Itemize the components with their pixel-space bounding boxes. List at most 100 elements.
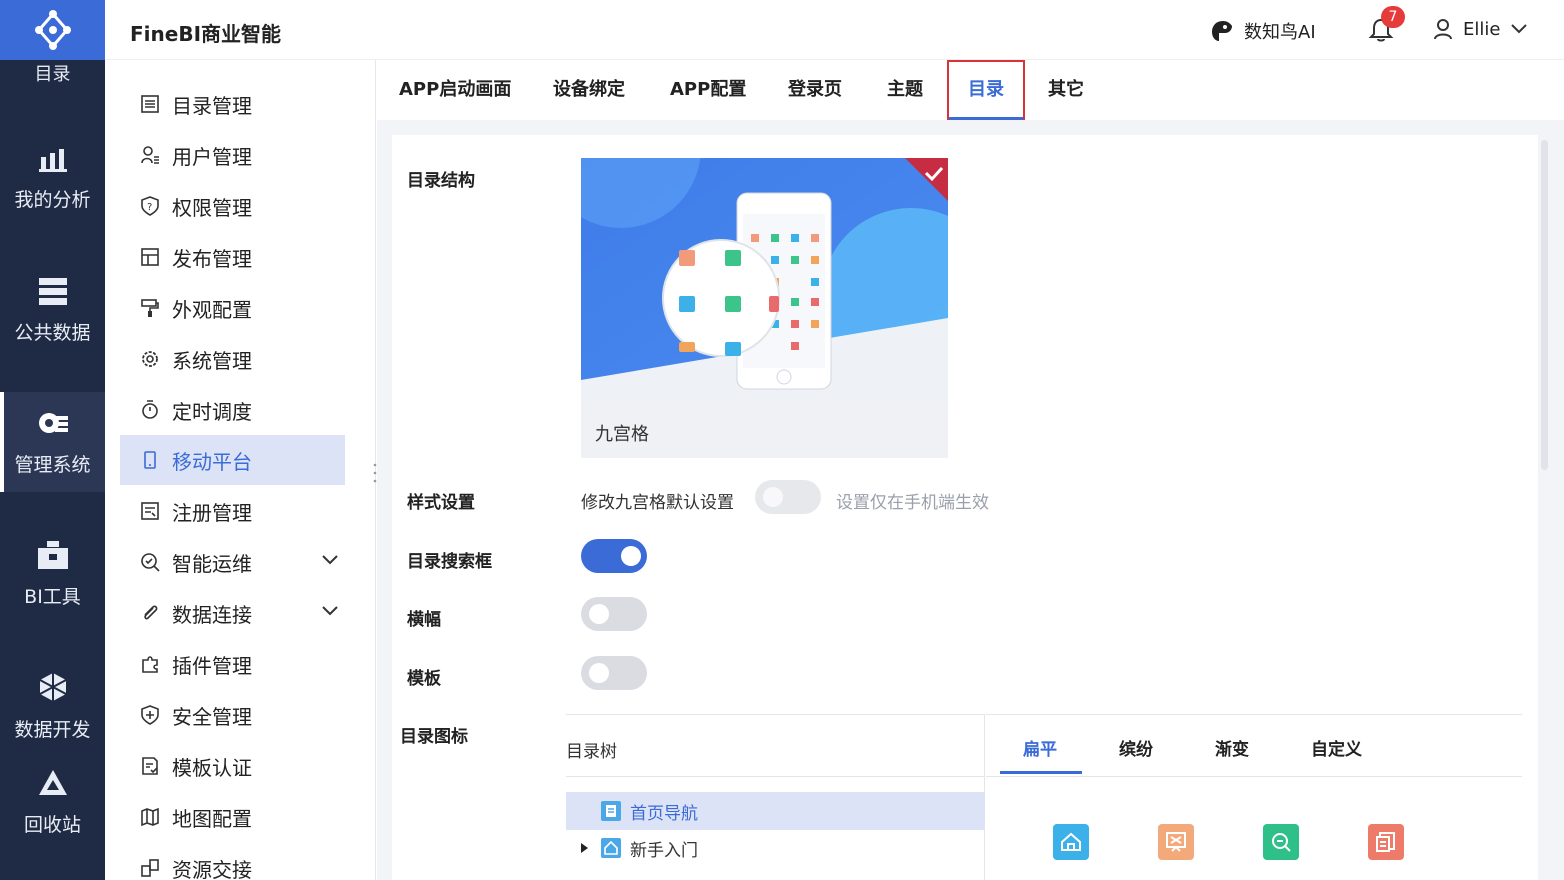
rail-item-label: 数据开发	[14, 718, 91, 741]
sidebar-item-plugins[interactable]: 插件管理	[120, 639, 345, 689]
tab-theme[interactable]: 主题	[887, 60, 923, 120]
user-icon	[1434, 19, 1452, 40]
sidebar-item-publish[interactable]: 发布管理	[120, 232, 345, 282]
tree-node-home[interactable]: 首页导航	[566, 792, 985, 830]
scrollbar[interactable]	[1541, 140, 1548, 470]
template-label: 模板	[407, 669, 441, 689]
rail-item-data-dev[interactable]: 数据开发	[0, 656, 105, 756]
chevron-down-icon[interactable]	[321, 605, 339, 617]
ai-assistant-button[interactable]: 数知鸟AI	[1210, 18, 1316, 44]
rail-item-label: 我的分析	[14, 188, 91, 211]
gear-icon	[142, 351, 158, 367]
user-menu[interactable]: Ellie	[1433, 18, 1528, 40]
sidebar-item-registration[interactable]: 注册管理	[120, 486, 345, 536]
rail-item-recycle[interactable]: 回收站	[0, 752, 105, 852]
rail-item-public-data[interactable]: 公共数据	[0, 260, 105, 360]
document-icon	[1376, 832, 1395, 852]
brand-title: FineBI商业智能	[130, 22, 282, 46]
sidebar-item-users[interactable]: 用户管理	[120, 130, 345, 180]
tab-colorful[interactable]: 缤纷	[1119, 735, 1153, 760]
sidebar-item-system[interactable]: 系统管理	[120, 334, 345, 384]
grid-layout-preview	[581, 158, 948, 404]
tab-device-binding[interactable]: 设备绑定	[553, 60, 625, 120]
shield-icon: ?	[141, 196, 159, 216]
puzzle-icon	[142, 656, 158, 673]
icon-option-report[interactable]	[1158, 824, 1194, 860]
grid-layout-caption: 九宫格	[595, 424, 649, 445]
icon-style-tabs: 扁平 缤纷 渐变 自定义	[986, 714, 1522, 777]
sidebar-item-label: 定时调度	[172, 399, 252, 424]
chevron-down-icon	[1511, 24, 1528, 34]
sidebar-item-map[interactable]: 地图配置	[120, 792, 345, 842]
banner-toggle[interactable]	[581, 597, 647, 631]
sidebar-item-catalog[interactable]: 目录管理	[120, 79, 345, 129]
style-toggle-text: 修改九宫格默认设置	[581, 493, 734, 513]
tab-catalog[interactable]: 目录	[947, 60, 1025, 120]
structure-label: 目录结构	[407, 171, 475, 191]
sidebar-item-permissions[interactable]: ? 权限管理	[120, 181, 345, 231]
toolbox-icon	[37, 540, 68, 569]
chart-icon	[38, 148, 67, 172]
sidebar-item-data-connection[interactable]: 数据连接	[120, 588, 345, 638]
caret-right-icon[interactable]	[578, 842, 590, 854]
tree-node-label: 新手入门	[630, 840, 698, 861]
sidebar-item-mobile[interactable]: 移动平台	[120, 435, 345, 485]
search-icon	[1272, 833, 1291, 852]
rail-item-label: 回收站	[23, 813, 81, 836]
rail-item-label: 管理系统	[14, 453, 91, 476]
tab-gradient[interactable]: 渐变	[1215, 735, 1249, 760]
sidebar-item-label: 用户管理	[172, 144, 252, 169]
style-toggle[interactable]	[755, 480, 821, 514]
cube-icon	[39, 672, 66, 701]
tab-flat[interactable]: 扁平	[1023, 735, 1057, 760]
document-icon	[601, 801, 621, 821]
sidebar-item-label: 资源交接	[172, 857, 252, 880]
sidebar-item-resource-handover[interactable]: 资源交接	[120, 843, 345, 880]
sidebar-item-schedule[interactable]: 定时调度	[120, 385, 345, 435]
user-name: Ellie	[1463, 18, 1501, 40]
sidebar-item-label: 移动平台	[172, 449, 252, 474]
sidebar-item-label: 系统管理	[172, 348, 252, 373]
notification-badge: 7	[1381, 6, 1405, 28]
handover-icon	[141, 859, 159, 877]
report-icon	[1166, 832, 1186, 852]
search-toggle[interactable]	[581, 539, 647, 573]
tab-app-launch[interactable]: APP启动画面	[399, 60, 511, 120]
logo[interactable]	[0, 0, 105, 60]
rail-item-admin[interactable]: 管理系统	[0, 392, 105, 492]
rail-item-label: 公共数据	[14, 321, 91, 344]
home-icon	[601, 838, 621, 858]
icon-option-home[interactable]	[1053, 824, 1089, 860]
publish-icon	[141, 248, 159, 266]
chevron-down-icon[interactable]	[321, 554, 339, 566]
rail-item-bi-tools[interactable]: BI工具	[0, 524, 105, 624]
icon-option-search[interactable]	[1263, 824, 1299, 860]
sidebar-item-security[interactable]: 安全管理	[120, 690, 345, 740]
tab-app-config[interactable]: APP配置	[670, 60, 746, 120]
rail-item-catalog-label[interactable]: 目录	[0, 60, 105, 86]
sidebar-item-label: 安全管理	[172, 704, 252, 729]
sidebar-item-label: 权限管理	[172, 195, 252, 220]
sidebar-item-template-auth[interactable]: 模板认证	[120, 741, 345, 791]
icon-option-document[interactable]	[1368, 824, 1404, 860]
tree-header: 目录树	[566, 714, 985, 777]
sidebar-item-label: 目录管理	[172, 93, 252, 118]
tree-node-beginner[interactable]: 新手入门	[566, 829, 985, 867]
sidebar-item-label: 外观配置	[172, 297, 252, 322]
template-toggle[interactable]	[581, 656, 647, 690]
tab-login-page[interactable]: 登录页	[788, 60, 842, 120]
sidebar-item-label: 地图配置	[172, 806, 252, 831]
grid-layout-card[interactable]: 九宫格	[581, 158, 948, 458]
tree-header-label: 目录树	[566, 742, 617, 762]
timer-icon	[142, 400, 158, 419]
ops-icon	[141, 553, 160, 572]
rail-item-my-analysis[interactable]: 我的分析	[0, 128, 105, 228]
tab-custom[interactable]: 自定义	[1311, 735, 1362, 760]
map-icon	[141, 807, 159, 827]
paint-roller-icon	[141, 299, 159, 317]
sidebar-item-ops[interactable]: 智能运维	[120, 537, 345, 587]
logo-icon	[34, 10, 71, 50]
sidebar-item-appearance[interactable]: 外观配置	[120, 283, 345, 333]
search-label: 目录搜索框	[407, 552, 492, 572]
tab-other[interactable]: 其它	[1048, 60, 1084, 120]
